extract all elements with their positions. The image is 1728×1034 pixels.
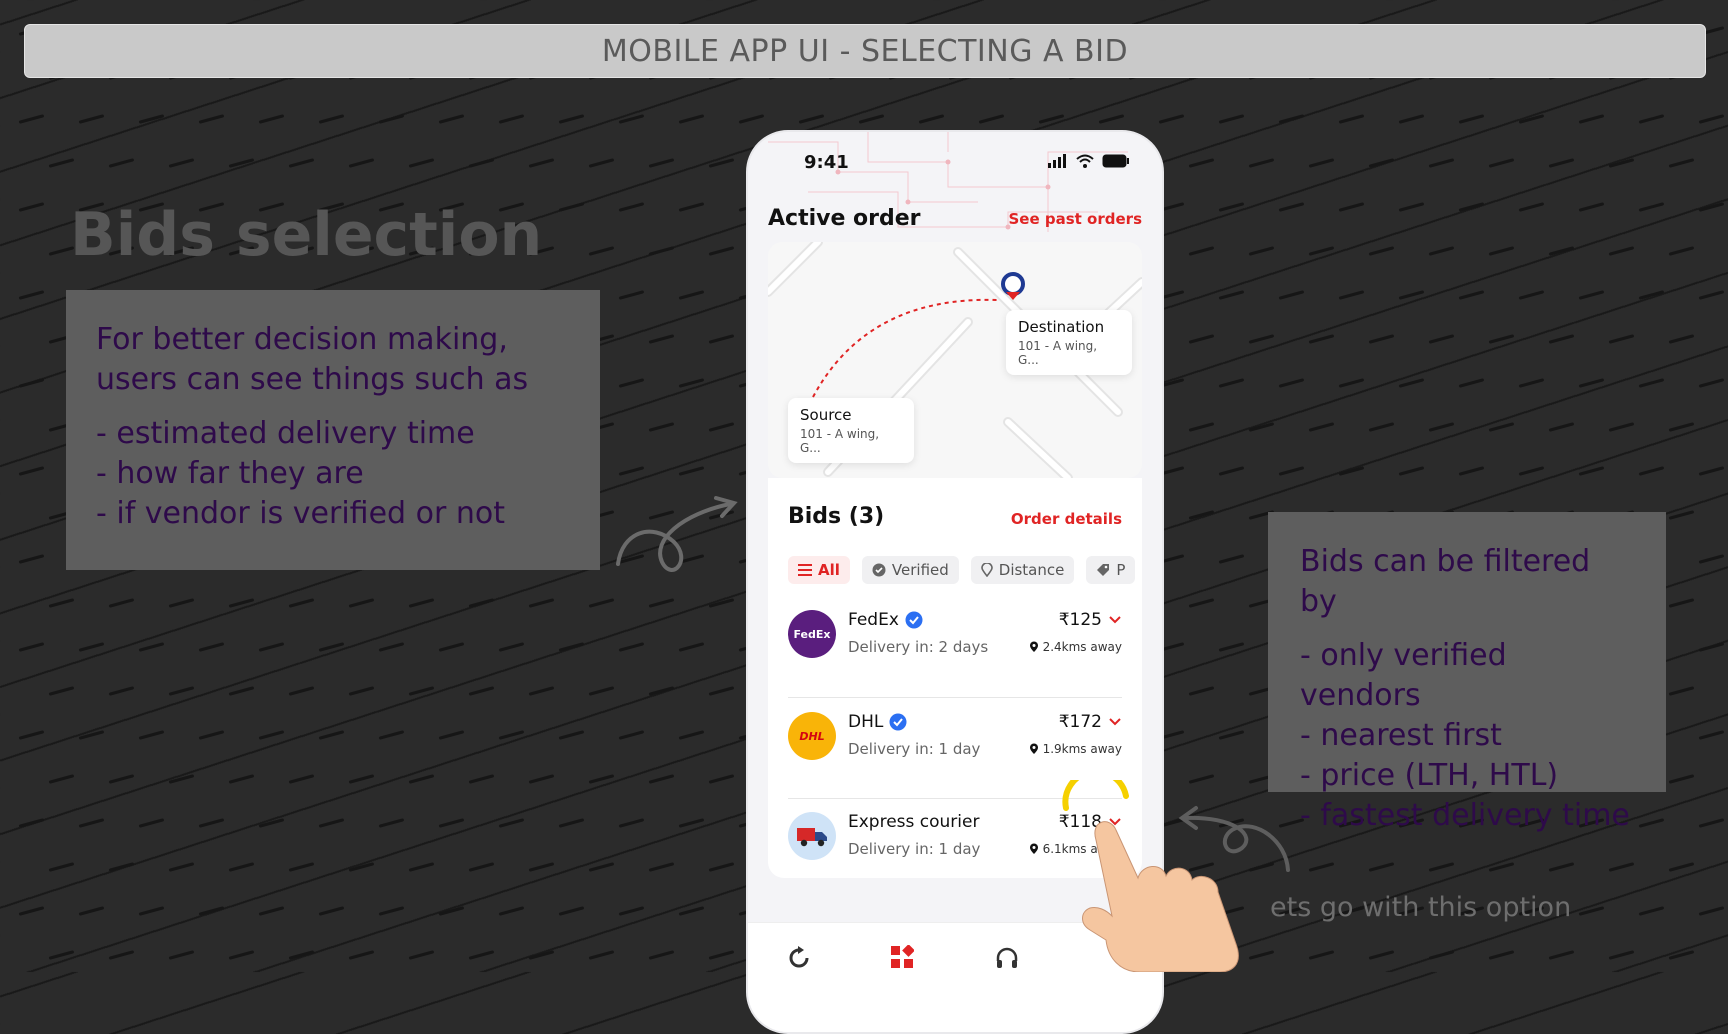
location-pin-icon xyxy=(1029,641,1038,652)
truck-logo xyxy=(788,812,836,860)
signal-icon xyxy=(1048,154,1066,168)
grid-icon[interactable] xyxy=(890,945,914,969)
filter-distance[interactable]: Distance xyxy=(970,556,1075,584)
filter-chips: All Verified Distance P xyxy=(788,556,1136,584)
truck-icon xyxy=(797,828,827,847)
active-order-title: Active order xyxy=(768,206,921,231)
verified-check-icon xyxy=(889,713,907,731)
source-card[interactable]: Source 101 - A wing, G... xyxy=(788,398,914,463)
right-note-point: - price (LTH, HTL) xyxy=(1300,758,1559,793)
filter-label: P xyxy=(1116,561,1126,579)
status-time: 9:41 xyxy=(804,152,849,173)
divider xyxy=(788,697,1122,698)
right-note-point: - only verified vendors xyxy=(1300,638,1507,713)
see-past-orders-link[interactable]: See past orders xyxy=(1009,210,1143,228)
bid-vendor-name: DHL xyxy=(848,712,884,732)
bid-delivery-time: Delivery in: 1 day xyxy=(848,840,981,858)
bid-delivery-time: Delivery in: 1 day xyxy=(848,740,981,758)
location-pin-icon xyxy=(1029,843,1038,854)
bid-distance: 2.4kms away xyxy=(1042,640,1122,654)
curly-arrow-icon xyxy=(616,496,738,572)
location-pin-icon xyxy=(980,563,993,577)
filter-label: Distance xyxy=(998,561,1065,579)
battery-icon xyxy=(1102,154,1129,168)
left-note: For better decision making, users can se… xyxy=(66,290,600,570)
dhl-logo: DHL xyxy=(788,712,836,760)
order-details-link[interactable]: Order details xyxy=(1011,510,1122,528)
destination-title: Destination xyxy=(1018,318,1105,336)
left-note-point: - estimated delivery time xyxy=(96,416,475,451)
banner-title: MOBILE APP UI - SELECTING A BID xyxy=(601,33,1129,69)
wifi-icon xyxy=(1076,154,1094,168)
source-title: Source xyxy=(800,406,852,424)
verified-badge-icon xyxy=(872,563,886,577)
bid-row-dhl[interactable]: DHL DHL Delivery in: 1 day ₹172 1.9kms a… xyxy=(788,706,1122,786)
section-heading: Bids selection xyxy=(70,200,543,270)
bid-price: ₹125 xyxy=(1058,610,1102,630)
filter-label: Verified xyxy=(891,561,949,579)
menu-icon xyxy=(798,564,812,576)
headphones-icon[interactable] xyxy=(994,945,1020,971)
logo-text: DHL xyxy=(799,729,825,743)
right-note-point: - fastest delivery time xyxy=(1300,798,1630,833)
filter-verified[interactable]: Verified xyxy=(861,556,959,584)
verified-check-icon xyxy=(905,611,923,629)
bid-distance: 1.9kms away xyxy=(1042,742,1122,756)
source-address: 101 - A wing, G... xyxy=(800,427,880,455)
bid-price: ₹172 xyxy=(1058,712,1102,732)
destination-card[interactable]: Destination 101 - A wing, G... xyxy=(1006,310,1132,375)
bids-title: Bids (3) xyxy=(788,504,885,529)
tag-icon xyxy=(1097,564,1110,576)
refresh-icon[interactable] xyxy=(786,945,812,971)
location-pin-icon xyxy=(1029,743,1038,754)
chevron-down-icon[interactable] xyxy=(1108,717,1122,727)
filter-all[interactable]: All xyxy=(788,556,850,584)
bid-delivery-time: Delivery in: 2 days xyxy=(848,638,989,656)
right-note-intro: Bids can be filtered by xyxy=(1300,544,1591,619)
status-bar: 9:41 xyxy=(748,132,1162,192)
left-note-point: - if vendor is verified or not xyxy=(96,496,505,531)
fedex-logo: FedEx xyxy=(788,610,836,658)
pointing-hand-icon xyxy=(1062,780,1239,972)
right-note-point: - nearest first xyxy=(1300,718,1502,753)
bid-row-fedex[interactable]: FedEx FedEx Delivery in: 2 days ₹125 2.4… xyxy=(788,604,1122,684)
chevron-down-icon[interactable] xyxy=(1108,615,1122,625)
left-note-intro: For better decision making, users can se… xyxy=(96,322,529,397)
filter-label: All xyxy=(818,561,840,579)
bid-vendor-name: FedEx xyxy=(848,610,899,630)
destination-address: 101 - A wing, G... xyxy=(1018,339,1098,367)
bid-vendor-name: Express courier xyxy=(848,812,980,832)
right-note: Bids can be filtered by - only verified … xyxy=(1268,512,1666,833)
order-map[interactable]: Destination 101 - A wing, G... Source 10… xyxy=(768,242,1142,478)
choice-caption: ets go with this option xyxy=(1270,892,1572,923)
page-banner: MOBILE APP UI - SELECTING A BID xyxy=(24,24,1706,78)
left-note-point: - how far they are xyxy=(96,456,364,491)
filter-price[interactable]: P xyxy=(1086,556,1136,584)
logo-text: FedEx xyxy=(793,627,831,641)
